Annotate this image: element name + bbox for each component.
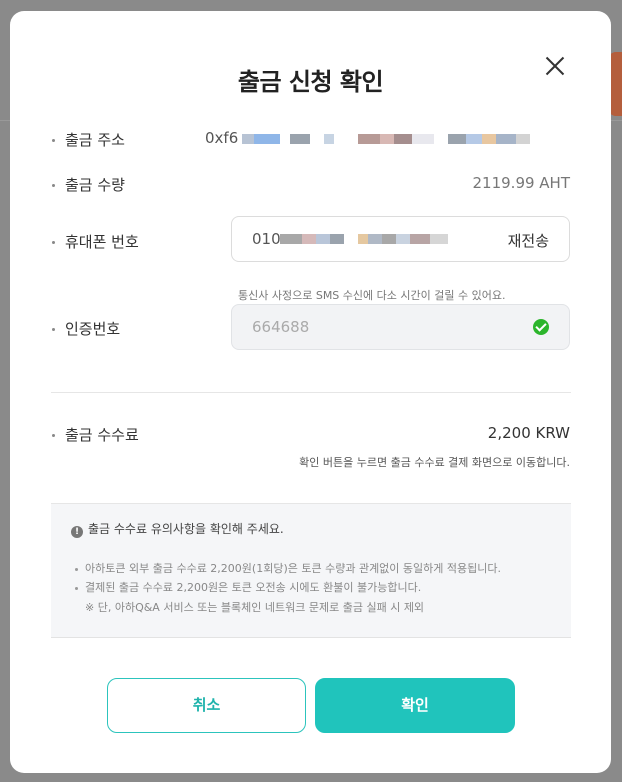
fee-notice-box: ! 출금 수수료 유의사항을 확인해 주세요. 아하토큰 외부 출금 수수료 2,… <box>51 504 571 638</box>
cancel-button[interactable]: 취소 <box>107 678 306 733</box>
phone-masked <box>280 234 448 244</box>
address-prefix: 0xf6 <box>205 129 239 147</box>
fee-value: 2,200 KRW <box>487 424 570 442</box>
close-icon[interactable] <box>542 53 568 79</box>
modal-title: 출금 신청 확인 <box>237 68 384 96</box>
verification-code-value: 664688 <box>252 318 310 336</box>
notice-title-text: 출금 수수료 유의사항을 확인해 주세요. <box>88 522 284 536</box>
confirm-button[interactable]: 확인 <box>315 678 515 733</box>
notice-title: ! 출금 수수료 유의사항을 확인해 주세요. <box>71 520 284 538</box>
withdrawal-confirm-modal: 출금 신청 확인 출금 주소 0xf6 출금 수량 2119.99 AHT 휴대… <box>10 11 611 773</box>
notice-item: 아하토큰 외부 출금 수수료 2,200원(1회당)은 토큰 수량과 관계없이 … <box>75 560 501 576</box>
phone-prefix: 010 <box>252 230 281 248</box>
notice-sub: ※ 단, 아하Q&A 서비스 또는 블록체인 네트워크 문제로 출금 실패 시 … <box>85 601 425 614</box>
section-divider <box>51 392 571 393</box>
sms-hint: 통신사 사정으로 SMS 수신에 다소 시간이 걸릴 수 있어요. <box>238 289 506 302</box>
phone-field[interactable]: 010 재전송 <box>231 216 570 262</box>
notice-item-text: 아하토큰 외부 출금 수수료 2,200원(1회당)은 토큰 수량과 관계없이 … <box>85 562 501 575</box>
amount-value: 2119.99 AHT <box>472 174 571 192</box>
address-value: 0xf6 <box>205 129 238 147</box>
notice-item-text: 결제된 출금 수수료 2,200원은 토큰 오전송 시에도 환불이 불가능합니다… <box>85 581 422 594</box>
verification-code-label: 인증번호 <box>52 318 120 339</box>
exclamation-icon: ! <box>71 526 83 538</box>
check-circle-icon <box>533 319 549 335</box>
address-label: 출금 주소 <box>52 129 125 150</box>
phone-label: 휴대폰 번호 <box>52 231 139 252</box>
notice-item: 결제된 출금 수수료 2,200원은 토큰 오전송 시에도 환불이 불가능합니다… <box>75 579 421 595</box>
address-masked <box>242 134 530 144</box>
fee-hint: 확인 버튼을 누르면 출금 수수료 결제 화면으로 이동합니다. <box>299 456 570 469</box>
resend-button[interactable]: 재전송 <box>508 230 549 251</box>
amount-label: 출금 수량 <box>52 174 125 195</box>
verification-code-field[interactable]: 664688 <box>231 304 570 350</box>
fee-label: 출금 수수료 <box>52 424 139 445</box>
